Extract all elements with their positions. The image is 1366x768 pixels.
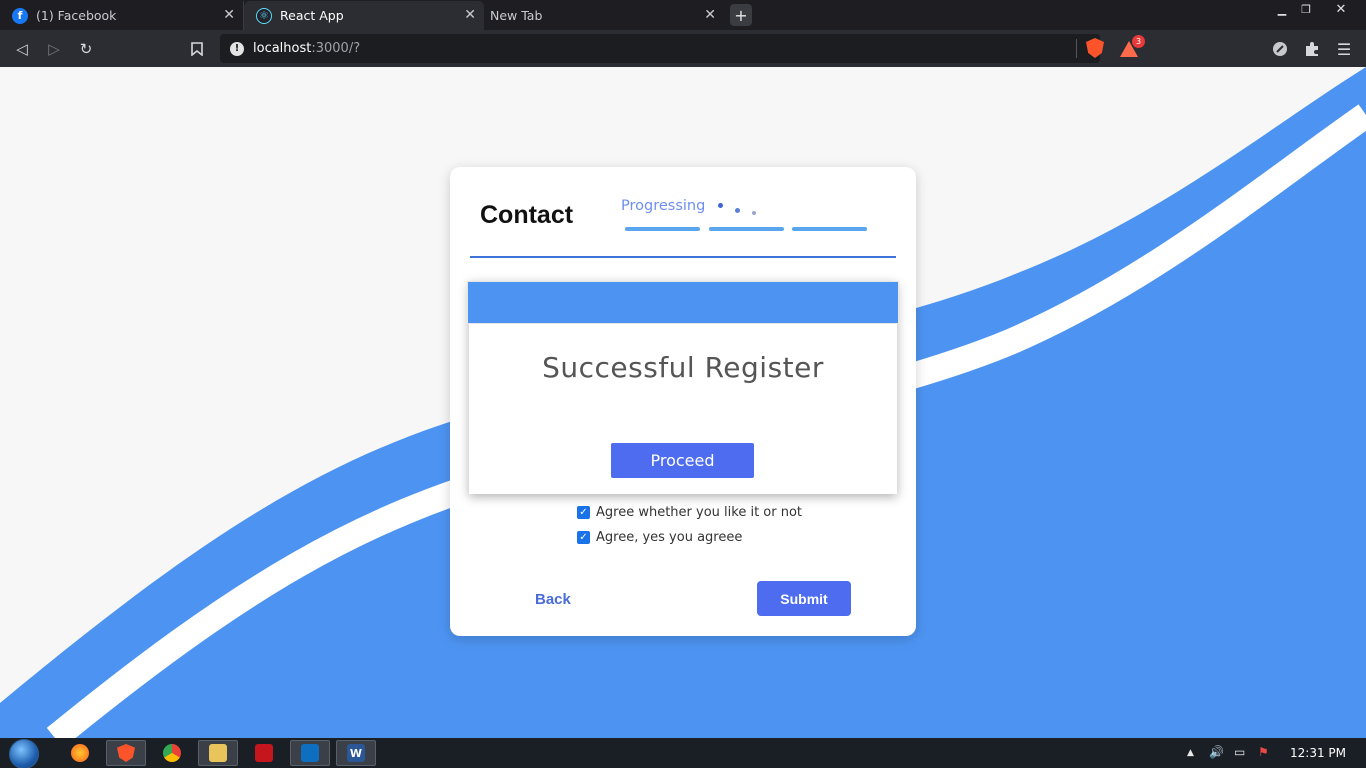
folder-icon: [209, 744, 227, 762]
vpn-icon[interactable]: [1268, 37, 1292, 61]
tab-title: (1) Facebook: [36, 8, 117, 23]
url-host: localhost: [253, 41, 312, 56]
browser-toolbar: ◁ ▷ ↻ ! localhost:3000/? 3 ☰: [0, 30, 1366, 67]
windows-taskbar: W ▲ 🔊 ▭ ⚑ 12:31 PM: [0, 738, 1366, 768]
volume-icon[interactable]: 🔊: [1209, 745, 1224, 759]
back-button[interactable]: Back: [535, 591, 571, 608]
tray-expand-icon[interactable]: ▲: [1187, 748, 1194, 758]
back-arrow-icon[interactable]: ◁: [10, 37, 34, 61]
menu-icon[interactable]: ☰: [1332, 37, 1356, 61]
step-bar: [709, 227, 784, 231]
step-bar: [625, 227, 700, 231]
close-icon[interactable]: ✕: [223, 7, 235, 23]
submit-button[interactable]: Submit: [757, 581, 851, 616]
page-viewport: Contact Progressing ✓ Agree whether you …: [0, 67, 1366, 738]
taskbar-clock: 12:31 PM: [1290, 746, 1346, 760]
progress-dot: [735, 208, 740, 213]
taskbar-chrome[interactable]: [152, 740, 192, 766]
action-center-icon[interactable]: ⚑: [1258, 745, 1269, 759]
forward-arrow-icon[interactable]: ▷: [42, 37, 66, 61]
taskbar-acrobat[interactable]: [244, 740, 284, 766]
taskbar-vscode[interactable]: [290, 740, 330, 766]
facebook-icon: f: [12, 7, 28, 24]
checkbox-checked[interactable]: ✓: [577, 531, 590, 544]
progress-dot: [718, 203, 723, 208]
vscode-icon: [301, 744, 319, 762]
step-bar: [792, 227, 867, 231]
address-bar[interactable]: ! localhost:3000/? 3: [220, 34, 1145, 63]
reload-icon[interactable]: ↻: [74, 37, 98, 61]
rewards-badge: 3: [1132, 35, 1145, 48]
taskbar-brave[interactable]: [106, 740, 146, 766]
chrome-icon: [163, 744, 181, 762]
browser-tab-strip: f (1) Facebook ✕ ⚛ React App ✕ New Tab ✕…: [0, 0, 1366, 30]
tab-new-tab[interactable]: New Tab ✕: [484, 1, 724, 30]
proceed-button[interactable]: Proceed: [611, 443, 754, 478]
taskbar-explorer[interactable]: [198, 740, 238, 766]
url-path: :3000/?: [311, 41, 361, 56]
new-tab-button[interactable]: +: [730, 4, 752, 26]
checkbox-label: Agree, yes you agreee: [596, 530, 743, 545]
modal-header: [467, 281, 899, 324]
taskbar-word[interactable]: W: [336, 740, 376, 766]
card-title: Contact: [480, 201, 574, 229]
url-divider: [1076, 39, 1077, 58]
extensions-puzzle-icon[interactable]: [1300, 37, 1324, 61]
start-button[interactable]: [9, 739, 39, 768]
brave-icon: [117, 744, 135, 762]
word-icon: W: [347, 744, 365, 762]
checkbox-label: Agree whether you like it or not: [596, 505, 803, 520]
tab-title: React App: [280, 8, 344, 23]
close-icon[interactable]: ✕: [464, 7, 476, 23]
taskbar-firefox[interactable]: [60, 740, 100, 766]
network-icon[interactable]: ▭: [1234, 745, 1245, 759]
progress-label: Progressing: [621, 198, 706, 214]
modal-title: Successful Register: [542, 351, 824, 384]
react-icon: ⚛: [256, 7, 272, 24]
checkbox-checked[interactable]: ✓: [577, 506, 590, 519]
firefox-icon: [71, 744, 89, 762]
agree-yes-checkbox-row[interactable]: ✓ Agree, yes you agreee: [577, 530, 742, 545]
brave-shield-icon[interactable]: [1086, 38, 1104, 58]
success-modal: Successful Register Proceed: [467, 281, 899, 494]
tab-title: New Tab: [490, 8, 543, 23]
bookmark-icon[interactable]: [185, 37, 209, 61]
close-icon[interactable]: ✕: [704, 7, 716, 23]
tab-react-app[interactable]: ⚛ React App ✕: [244, 1, 484, 30]
close-window-icon[interactable]: ✕: [1325, 0, 1357, 18]
info-icon[interactable]: !: [230, 41, 244, 56]
agree-checkbox-row[interactable]: ✓ Agree whether you like it or not: [577, 505, 802, 520]
progress-dot: [752, 211, 756, 215]
pdf-icon: [255, 744, 273, 762]
tab-facebook[interactable]: f (1) Facebook ✕: [0, 1, 244, 30]
card-divider: [470, 256, 896, 258]
restore-icon[interactable]: ❐: [1290, 0, 1322, 18]
